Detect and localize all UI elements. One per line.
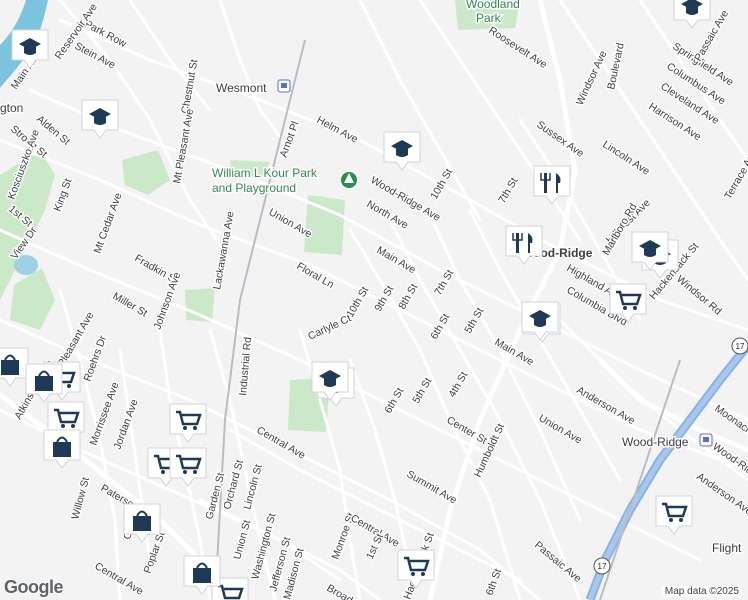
svg-text:Lackawanna Ave: Lackawanna Ave [211,210,237,290]
place-wesmont: Wesmont [216,81,267,95]
place-woodridge-station: Wood-Ridge [622,435,689,449]
svg-text:Helm Ave: Helm Ave [315,114,360,146]
transit-icon[interactable] [699,433,713,447]
svg-text:8th St: 8th St [396,282,420,312]
map-canvas[interactable]: Park Row Stein Ave Reservoir Ave Main Av… [0,0,748,600]
svg-text:6th St: 6th St [484,567,505,597]
svg-text:Anderson Ave: Anderson Ave [694,471,748,518]
route-shield: 17 [731,337,748,355]
svg-text:Stein Ave: Stein Ave [73,40,118,71]
svg-text:5th St: 5th St [410,376,434,406]
svg-text:Boulevard: Boulevard [605,42,627,91]
svg-text:Roosevelt Ave: Roosevelt Ave [486,24,549,71]
svg-text:7th St: 7th St [432,268,456,298]
route-shield: 17 [593,557,611,575]
svg-text:10th St: 10th St [428,167,455,202]
transit-icon[interactable] [277,79,291,93]
svg-text:Jordan Ave: Jordan Ave [112,398,141,451]
svg-text:Union St: Union St [231,519,253,561]
svg-text:Lincoln Ave: Lincoln Ave [600,138,652,177]
google-logo: Google [4,577,64,597]
svg-text:Carlyle Ct: Carlyle Ct [306,312,353,342]
svg-text:Windsor Ave: Windsor Ave [574,49,610,107]
svg-text:Willow St: Willow St [69,476,92,521]
svg-text:Mt Pleasant Ave: Mt Pleasant Ave [171,108,196,185]
svg-text:Chestnut St: Chestnut St [179,58,200,114]
place-flight: Flight [712,541,742,555]
svg-text:Windsor Rd: Windsor Rd [674,273,724,318]
svg-text:Industrial Rd: Industrial Rd [237,336,254,396]
park-woodland-label-1: Woodland [466,0,520,11]
place-gton: gton [0,101,23,115]
park-woodland-label-2: Park [476,11,502,25]
park-kour-label-1: William L Kour Park [212,166,318,180]
svg-text:7th St: 7th St [496,176,520,206]
park-pin-icon[interactable] [341,172,357,188]
svg-text:17: 17 [736,342,745,351]
map-copyright[interactable]: Map data ©2025 [661,586,742,597]
svg-text:Miller St: Miller St [111,290,150,319]
svg-text:Terrace Ave: Terrace Ave [722,148,748,202]
svg-text:Mt Cedar Ave: Mt Cedar Ave [92,191,125,255]
svg-text:King St: King St [52,177,75,213]
svg-text:Summit Ave: Summit Ave [405,468,459,506]
park-kour-label-2: and Playground [212,181,296,195]
svg-text:17: 17 [598,562,607,571]
svg-text:1st St: 1st St [364,532,386,561]
svg-text:4th St: 4th St [446,370,470,400]
